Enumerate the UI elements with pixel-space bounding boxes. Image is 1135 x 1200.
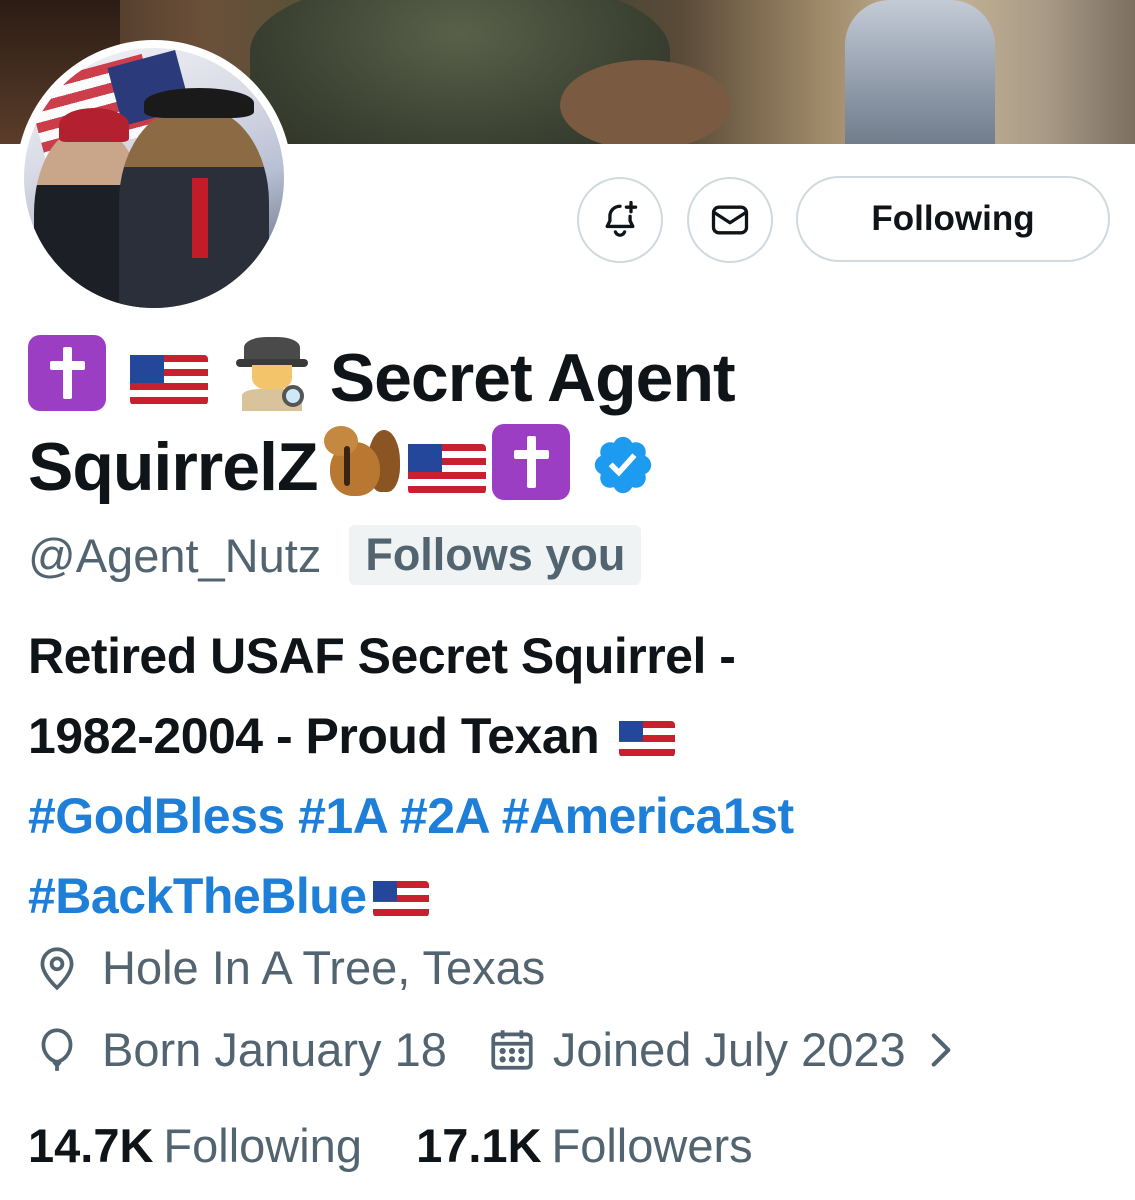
dates-row: Born January 18 Joined July 2023 [32, 1022, 960, 1077]
avatar[interactable] [16, 40, 292, 316]
following-stat-link[interactable]: 14.7K Following [28, 1119, 375, 1172]
banner-art [845, 0, 995, 144]
hashtag-link[interactable]: #GodBless [28, 788, 285, 844]
bio: Retired USAF Secret Squirrel - 1982-2004… [28, 616, 1118, 936]
following-label: Following [163, 1119, 362, 1172]
user-handle[interactable]: @Agent_Nutz [28, 528, 321, 583]
bio-line: 1982-2004 - Proud Texan [28, 708, 600, 764]
location-row: Hole In A Tree, Texas [32, 940, 545, 995]
following-button[interactable]: Following [796, 176, 1110, 262]
location-text: Hole In A Tree, Texas [102, 941, 546, 994]
followers-label: Followers [551, 1119, 753, 1172]
hashtag-link[interactable]: #1A [298, 788, 387, 844]
chipmunk-emoji-icon [320, 422, 402, 498]
bell-plus-icon [605, 200, 638, 237]
display-name: Secret Agent SquirrelZ [28, 334, 1108, 511]
notifications-button[interactable] [577, 177, 663, 263]
calendar-icon [491, 1029, 533, 1070]
bio-line: Retired USAF Secret Squirrel - [28, 628, 736, 684]
following-count: 14.7K [28, 1119, 154, 1172]
follows-you-badge: Follows you [349, 525, 642, 585]
envelope-icon [711, 205, 749, 235]
followers-count: 17.1K [416, 1119, 542, 1172]
verified-badge-icon[interactable] [590, 432, 656, 498]
hashtag-link[interactable]: #America1st [502, 788, 794, 844]
followers-stat-link[interactable]: 17.1K Followers [416, 1119, 753, 1172]
joined-text: Joined July 2023 [552, 1023, 906, 1076]
location-pin-icon [40, 946, 74, 990]
display-name-text-line1: Secret Agent [329, 340, 736, 416]
banner-art [560, 60, 730, 144]
balloon-icon [41, 1027, 73, 1071]
hashtag-link[interactable]: #BackTheBlue [28, 868, 367, 924]
hashtag-link[interactable]: #2A [400, 788, 489, 844]
latin-cross-emoji-icon [28, 335, 106, 411]
birthday-text: Born January 18 [102, 1023, 447, 1076]
chevron-right-icon[interactable] [920, 1025, 960, 1075]
latin-cross-emoji-icon [491, 424, 570, 500]
us-flag-emoji-icon [372, 881, 429, 917]
us-flag-emoji-icon [618, 721, 675, 757]
display-name-text-line2: SquirrelZ [28, 429, 318, 505]
avatar-image [24, 48, 284, 308]
detective-emoji-icon [235, 335, 308, 411]
message-button[interactable] [687, 177, 773, 263]
us-flag-emoji-icon [407, 444, 486, 494]
us-flag-emoji-icon [129, 355, 208, 405]
follow-stats: 14.7K Following 17.1K Followers [28, 1118, 753, 1173]
handle-row: @Agent_Nutz Follows you [28, 520, 642, 590]
